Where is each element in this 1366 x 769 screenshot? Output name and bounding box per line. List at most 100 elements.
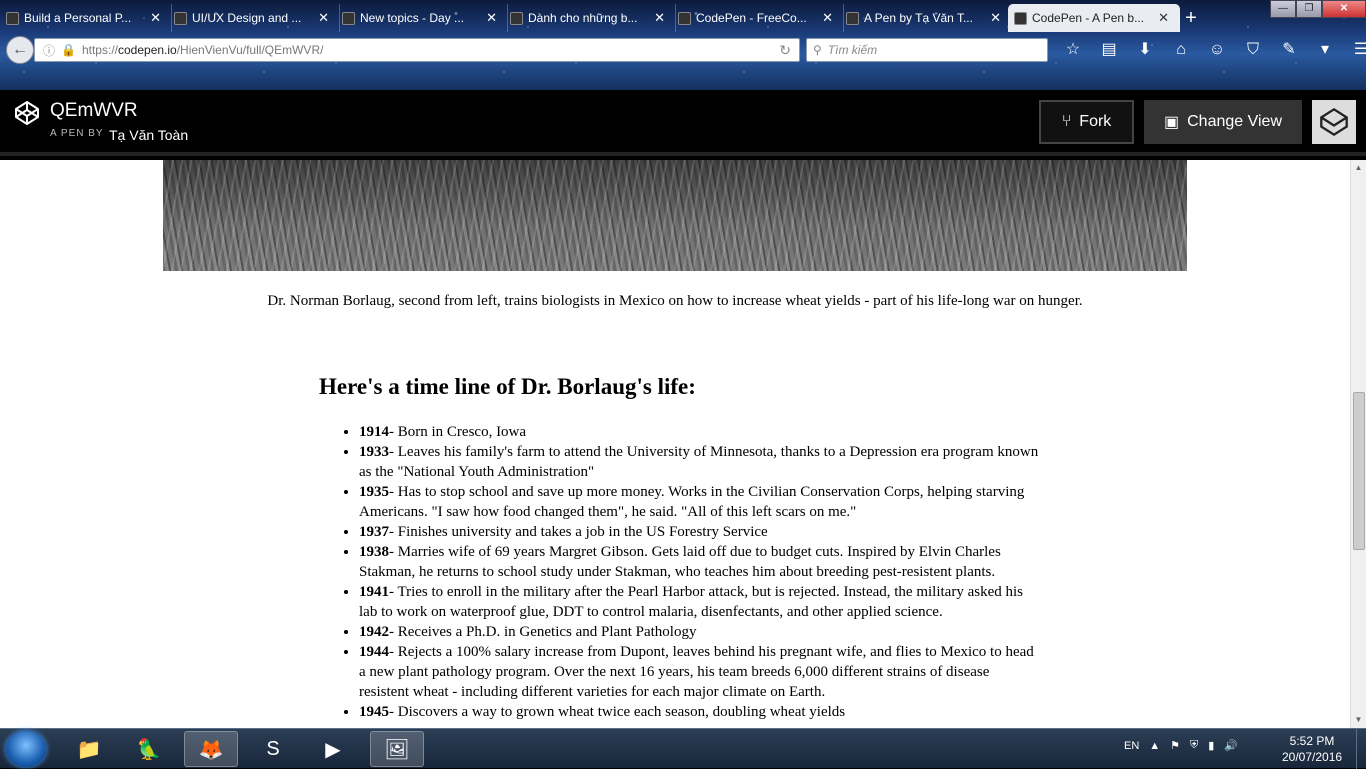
search-icon: ⚲	[813, 43, 822, 57]
timeline-heading: Here's a time line of Dr. Borlaug's life…	[319, 374, 696, 399]
network-icon[interactable]: ▮	[1208, 739, 1214, 752]
new-tab-icon[interactable]: +	[1176, 4, 1206, 32]
bookmark-star-icon[interactable]: ☆	[1058, 38, 1088, 62]
search-placeholder: Tìm kiếm	[827, 43, 878, 57]
fork-button[interactable]: ⑂ Fork	[1039, 100, 1134, 144]
close-icon[interactable]: ✕	[822, 10, 833, 26]
year: 1945	[359, 704, 389, 720]
codepen-header: QEmWVR A PEN BY Tạ Văn Toàn ⑂ Fork ▣ Cha…	[0, 90, 1366, 156]
tab-label: CodePen - A Pen b...	[1032, 11, 1145, 25]
event-text: - Discovers a way to grown wheat twice e…	[389, 704, 846, 720]
list-item: 1914- Born in Cresco, Iowa	[359, 422, 1039, 442]
url-domain: codepen.io	[118, 43, 177, 57]
close-icon[interactable]: ✕	[318, 10, 329, 26]
windows-taskbar: 📁 🦜 🦊 S ▶ 🖼 EN ▲ ⚑ ⛨ ▮ 🔊 5:52 PM 20/07/2…	[0, 728, 1366, 769]
clock[interactable]: 5:52 PM 20/07/2016	[1282, 733, 1342, 765]
image-caption: Dr. Norman Borlaug, second from left, tr…	[267, 293, 1083, 309]
tab-1[interactable]: UI/UX Design and ... ✕	[168, 4, 340, 32]
favicon-icon	[678, 12, 691, 25]
avatar[interactable]	[1312, 100, 1356, 144]
volume-icon[interactable]: 🔊	[1224, 739, 1238, 752]
show-hidden-icons-icon[interactable]: ▲	[1149, 740, 1160, 752]
tab-label: Dành cho những b...	[528, 11, 638, 25]
scroll-thumb[interactable]	[1353, 392, 1365, 550]
year: 1944	[359, 644, 389, 660]
tab-2[interactable]: New topics - Day ... ✕	[336, 4, 508, 32]
smiley-icon[interactable]: ☺	[1202, 38, 1232, 62]
tab-strip: Build a Personal P... ✕ UI/UX Design and …	[0, 2, 1206, 32]
change-view-button[interactable]: ▣ Change View	[1144, 100, 1302, 144]
language-indicator[interactable]: EN	[1124, 740, 1139, 752]
list-item: 1937- Finishes university and takes a jo…	[359, 522, 1039, 542]
pen-title: QEmWVR	[50, 100, 138, 121]
extension-icon[interactable]: ✎	[1274, 38, 1304, 62]
file-explorer-icon[interactable]: 📁	[62, 731, 116, 767]
pen-by-label: A PEN BY	[50, 128, 104, 139]
tab-label: New topics - Day ...	[360, 11, 465, 25]
list-item: 1944- Rejects a 100% salary increase fro…	[359, 642, 1039, 702]
pen-author[interactable]: Tạ Văn Toàn	[109, 127, 188, 143]
home-icon[interactable]: ⌂	[1166, 38, 1196, 62]
media-player-icon[interactable]: ▶	[306, 731, 360, 767]
menu-icon[interactable]: ☰	[1346, 38, 1366, 62]
page-scrollbar[interactable]: ▲ ▼	[1350, 160, 1366, 728]
year: 1942	[359, 624, 389, 640]
tab-0[interactable]: Build a Personal P... ✕	[0, 4, 172, 32]
url-path: /HienVienVu/full/QEmWVR/	[176, 43, 324, 57]
sublime-text-icon[interactable]: S	[246, 731, 300, 767]
favicon-icon	[1014, 12, 1027, 25]
minimize-icon[interactable]: —	[1270, 0, 1296, 18]
fork-label: Fork	[1079, 113, 1112, 130]
close-icon[interactable]: ✕	[654, 10, 665, 26]
system-tray: EN ▲ ⚑ ⛨ ▮ 🔊	[1124, 739, 1238, 752]
firefox-icon[interactable]: 🦊	[184, 731, 238, 767]
close-icon[interactable]: ✕	[990, 10, 1001, 26]
download-icon[interactable]: ⬇	[1130, 38, 1160, 62]
tab-5[interactable]: A Pen by Tạ Văn T... ✕	[840, 4, 1012, 32]
tab-label: UI/UX Design and ...	[192, 11, 302, 25]
list-item: 1935- Has to stop school and save up mor…	[359, 482, 1039, 522]
window-close-icon[interactable]: ✕	[1322, 0, 1366, 18]
tab-label: A Pen by Tạ Văn T...	[864, 11, 973, 25]
security-icon[interactable]: ⛨	[1190, 739, 1198, 752]
reload-icon[interactable]: ↻	[779, 42, 791, 59]
year: 1941	[359, 584, 389, 600]
dropdown-icon[interactable]: ▾	[1310, 38, 1340, 62]
favicon-icon	[846, 12, 859, 25]
close-icon[interactable]: ✕	[1158, 10, 1169, 26]
tab-label: CodePen - FreeCo...	[696, 11, 807, 25]
tab-3[interactable]: Dành cho những b... ✕	[504, 4, 676, 32]
event-text: - Rejects a 100% salary increase from Du…	[359, 644, 1034, 700]
flag-icon[interactable]: ⚑	[1170, 739, 1180, 752]
paint-app-icon[interactable]: 🖼	[370, 731, 424, 767]
avatar-logo-icon	[1320, 107, 1348, 137]
event-text: - Leaves his family's farm to attend the…	[359, 444, 1039, 480]
url-bar[interactable]: ⓘ 🔒 https://codepen.io/HienVienVu/full/Q…	[34, 38, 800, 62]
tab-6-active[interactable]: CodePen - A Pen b... ✕	[1008, 4, 1180, 32]
scroll-down-icon[interactable]: ▼	[1351, 712, 1366, 728]
browser-chrome: Build a Personal P... ✕ UI/UX Design and …	[0, 0, 1366, 90]
change-view-label: Change View	[1187, 113, 1282, 130]
codepen-logo-icon[interactable]	[14, 100, 40, 126]
info-icon[interactable]: ⓘ	[43, 42, 55, 59]
search-input[interactable]: ⚲ Tìm kiếm	[806, 38, 1048, 62]
view-icon: ▣	[1163, 114, 1180, 131]
pocket-icon[interactable]: ⛉	[1238, 38, 1268, 62]
scroll-up-icon[interactable]: ▲	[1351, 160, 1366, 176]
event-text: - Has to stop school and save up more mo…	[359, 484, 1025, 520]
maximize-icon[interactable]: ❐	[1296, 0, 1322, 18]
close-icon[interactable]: ✕	[486, 10, 497, 26]
url-prefix: https://	[81, 43, 118, 57]
start-button[interactable]	[6, 731, 46, 767]
event-text: - Born in Cresco, Iowa	[389, 424, 527, 440]
back-arrow-icon[interactable]: ←	[6, 36, 34, 64]
favicon-icon	[6, 12, 19, 25]
year: 1914	[359, 424, 389, 440]
close-icon[interactable]: ✕	[150, 10, 161, 26]
timeline-list: 1914- Born in Cresco, Iowa 1933- Leaves …	[359, 422, 1039, 722]
list-item: 1933- Leaves his family's farm to attend…	[359, 442, 1039, 482]
show-desktop-button[interactable]	[1356, 729, 1366, 769]
tab-4[interactable]: CodePen - FreeCo... ✕	[672, 4, 844, 32]
parrot-app-icon[interactable]: 🦜	[122, 731, 176, 767]
reading-list-icon[interactable]: ▤	[1094, 38, 1124, 62]
